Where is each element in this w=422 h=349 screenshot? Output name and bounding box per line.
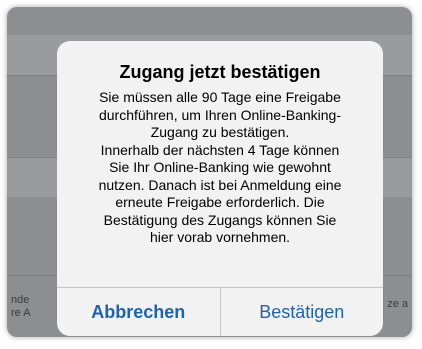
confirm-access-alert: Zugang jetzt bestätigen Sie müssen alle … <box>57 41 383 336</box>
confirm-button[interactable]: Bestätigen <box>221 288 384 336</box>
background-text-right: ze a <box>387 298 408 310</box>
screenshot-frame: nde re A ze a Zugang jetzt bestätigen Si… <box>0 0 422 349</box>
alert-button-bar: Abbrechen Bestätigen <box>57 287 383 336</box>
background-text-left: nde re A <box>11 294 31 319</box>
alert-message: Sie müssen alle 90 Tage eine Freigabe du… <box>98 89 342 245</box>
alert-title: Zugang jetzt bestätigen <box>119 62 321 82</box>
app-screen-dimmed: nde re A ze a Zugang jetzt bestätigen Si… <box>7 7 412 337</box>
cancel-button[interactable]: Abbrechen <box>57 288 220 336</box>
